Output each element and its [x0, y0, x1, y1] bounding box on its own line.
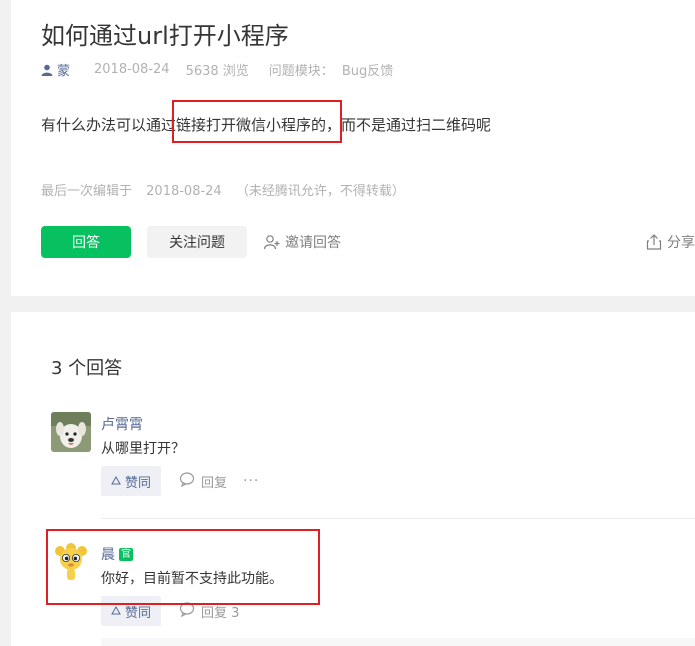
- answer-item: 卢霄霄 从哪里打开？ 赞同 回复 ···: [51, 412, 695, 502]
- answerer-name[interactable]: 卢霄霄: [101, 414, 143, 434]
- invite-answer-button[interactable]: 邀请回答: [263, 226, 341, 258]
- more-options-button[interactable]: ···: [243, 473, 259, 489]
- module-label: 问题模块：: [268, 64, 334, 79]
- reply-label: 回复: [201, 475, 228, 491]
- highlight-box: [172, 100, 342, 143]
- share-icon: [645, 233, 663, 251]
- share-button[interactable]: 分享: [645, 226, 695, 258]
- question-meta: 蒙 2018-08-24 5638 浏览 问题模块： Bug反馈: [41, 60, 393, 79]
- comment-icon: [179, 471, 195, 491]
- like-label: 赞同: [125, 475, 152, 491]
- reply-button[interactable]: 回复: [179, 471, 227, 491]
- highlight-box: [46, 529, 320, 605]
- answer-actions: 赞同 回复 ···: [101, 466, 259, 496]
- question-date: 2018-08-24: [94, 62, 170, 77]
- share-label: 分享: [667, 235, 695, 251]
- invite-label: 邀请回答: [285, 235, 341, 251]
- follow-question-button[interactable]: 关注问题: [147, 226, 247, 258]
- like-icon: [111, 604, 121, 619]
- user-icon: [41, 64, 53, 76]
- edit-label: 最后一次编辑于: [41, 184, 133, 199]
- question-card: 如何通过url打开小程序 蒙 2018-08-24 5638 浏览 问题模块： …: [11, 0, 695, 296]
- reply-thread-area: [101, 638, 695, 646]
- answers-count: 3 个回答: [51, 358, 123, 379]
- view-count: 5638 浏览: [185, 64, 249, 79]
- module-value[interactable]: Bug反馈: [342, 60, 393, 79]
- like-icon: [111, 474, 121, 489]
- avatar[interactable]: [51, 412, 91, 452]
- copyright-note: （未经腾讯允许，不得转载）: [235, 184, 405, 199]
- question-actions: 回答 关注问题 邀请回答 分享: [41, 226, 695, 258]
- like-button[interactable]: 赞同: [101, 466, 162, 496]
- divider: [101, 518, 695, 519]
- answerer-name-text: 卢霄霄: [101, 417, 143, 433]
- author-link[interactable]: 蒙: [57, 60, 70, 79]
- invite-user-icon: [263, 233, 281, 251]
- answer-text: 从哪里打开？: [101, 441, 185, 457]
- answers-card: 3 个回答 卢霄霄 从哪里打开？ 赞同 回复 ··· 晨 官 你好，目前暂不支持…: [11, 312, 695, 646]
- edit-info: 最后一次编辑于 2018-08-24 （未经腾讯允许，不得转载）: [41, 180, 415, 199]
- answer-button[interactable]: 回答: [41, 226, 131, 258]
- edit-date: 2018-08-24: [146, 184, 222, 199]
- question-title: 如何通过url打开小程序: [41, 22, 289, 50]
